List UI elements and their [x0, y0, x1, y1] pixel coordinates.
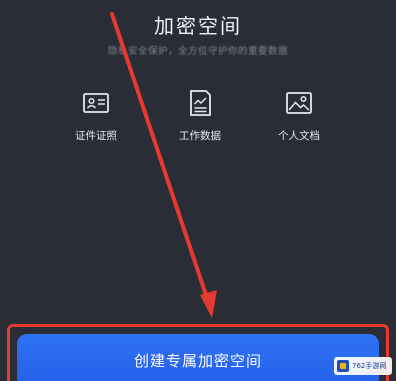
- page-title: 加密空间: [154, 14, 242, 38]
- watermark-logo-icon: [337, 360, 349, 372]
- feature-personal-documents: 个人文档: [249, 88, 349, 143]
- feature-label: 证件证照: [75, 130, 117, 142]
- feature-label: 个人文档: [278, 130, 320, 142]
- feature-id-documents: 证件证照: [46, 88, 146, 143]
- id-card-icon: [81, 88, 111, 118]
- document-chart-icon: [185, 88, 215, 118]
- page-subtitle: 隐私安全保护，全方位守护你的重要数据: [107, 46, 288, 57]
- site-watermark: 762手游网: [334, 357, 392, 375]
- create-encrypted-space-button[interactable]: 创建专属加密空间: [17, 334, 379, 381]
- encrypted-space-screen: 加密空间 隐私安全保护，全方位守护你的重要数据 证件证照 工作数据 个人文档 创…: [0, 0, 396, 381]
- image-icon: [284, 88, 314, 118]
- feature-label: 工作数据: [179, 130, 221, 142]
- watermark-text: 762手游网: [352, 362, 387, 370]
- feature-work-data: 工作数据: [150, 88, 250, 143]
